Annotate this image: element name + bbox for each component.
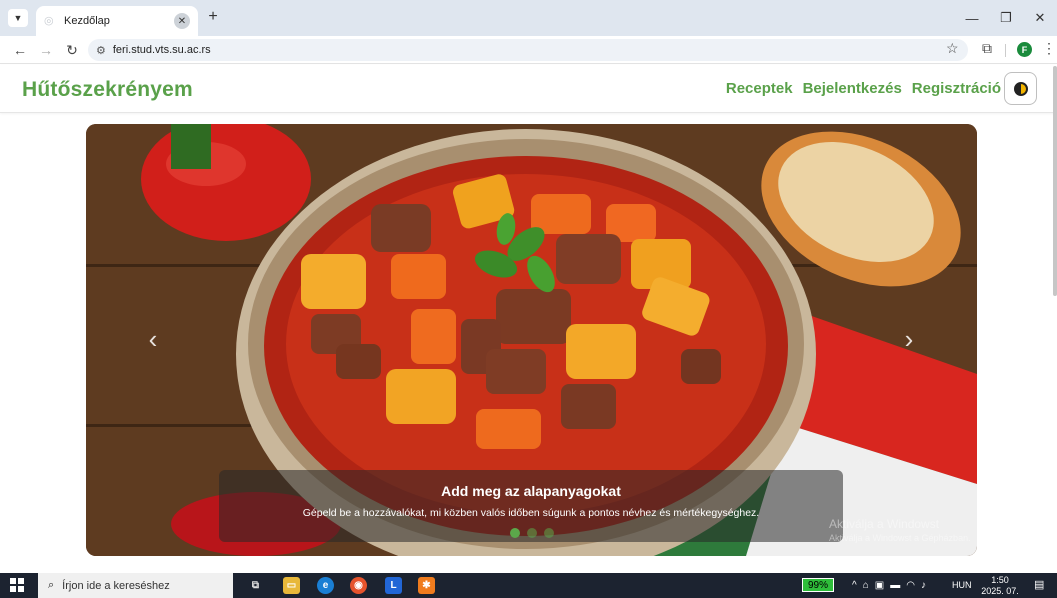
watermark-subtitle: Aktiválja a Windowst a Gépházban. [829,533,971,543]
extensions-icon[interactable]: ⧉ [982,40,992,57]
wifi-icon[interactable]: ◠ [906,580,915,591]
tab-favicon-icon: ◎ [44,15,54,27]
system-tray: ^ ⌂ ▣ ▬ ◠ ♪ [852,580,926,591]
xampp-icon[interactable]: ✱ [418,577,435,594]
close-window-icon[interactable]: ✕ [1023,0,1057,36]
volume-icon[interactable]: ♪ [921,580,926,591]
omnibox[interactable]: ⚙ feri.stud.vts.su.ac.rs [88,39,968,61]
caption-title: Add meg az alapanyagokat [441,483,621,499]
tray-battery-icon[interactable]: ▬ [890,580,900,591]
restore-icon[interactable]: ❐ [989,0,1023,36]
app-l-icon[interactable]: L [385,577,402,594]
language-indicator[interactable]: HUN [952,580,972,590]
theme-toggle-button[interactable] [1004,72,1037,105]
search-icon: ⌕ [48,579,55,591]
nav-links: Receptek Bejelentkezés Regisztráció [726,80,1001,97]
tray-device-icon[interactable]: ⌂ [863,580,869,591]
windows-taskbar: ⌕ Írjon ide a kereséshez ⧉ ▭ e ◉ L ✱ 99%… [0,573,1057,598]
carousel-indicator-dot[interactable] [543,528,554,538]
chrome-browser-icon[interactable]: ◉ [350,577,367,594]
task-view-icon[interactable]: ⧉ [247,577,264,594]
half-moon-icon [1013,81,1028,96]
taskbar-search-box[interactable]: ⌕ Írjon ide a kereséshez [38,573,233,598]
reload-icon[interactable]: ↻ [62,40,82,60]
page-scrollbar[interactable] [1053,66,1057,296]
site-brand[interactable]: Hűtőszekrényem [22,78,193,102]
battery-indicator[interactable]: 99% [802,578,834,592]
windows-activation-watermark: Aktiválja a Windowst Aktiválja a Windows… [829,517,971,543]
edge-browser-icon[interactable]: e [317,577,334,594]
clock-date: 2025. 07. 07. [981,586,1019,598]
caption-text: Gépeld be a hozzávalókat, mi közben való… [302,507,760,519]
tab-search-chevron-icon[interactable]: ▼ [8,9,28,27]
tab-title: Kezdőlap [64,15,110,27]
profile-avatar[interactable]: F [1017,42,1032,57]
notification-icon[interactable]: ▤ [1034,578,1048,592]
nav-link-bejelentkezes[interactable]: Bejelentkezés [803,80,902,97]
carousel-prev-button[interactable]: ‹ [138,324,168,354]
taskbar-search-placeholder: Írjon ide a kereséshez [62,579,170,592]
browser-menu-icon[interactable]: ⋮ [1042,40,1056,57]
window-controls: — ❐ ✕ [955,0,1057,36]
hero-carousel: ‹ › Add meg az alapanyagokat Gépeld be a… [86,124,977,556]
address-bar-row: ← → ↻ ⚙ feri.stud.vts.su.ac.rs ☆ ⧉ F ⋮ [0,36,1057,64]
file-explorer-icon[interactable]: ▭ [283,577,300,594]
clock-time: 1:50 [991,575,1009,585]
watermark-title: Aktiválja a Windowst [829,517,940,531]
browser-tab-bar: ▼ ◎ Kezdőlap ✕ + — ❐ ✕ [0,0,1057,36]
tray-display-icon[interactable]: ▣ [875,580,884,591]
nav-link-receptek[interactable]: Receptek [726,80,793,97]
nav-link-regisztracio[interactable]: Regisztráció [912,80,1001,97]
forward-arrow-icon[interactable]: → [36,40,56,60]
taskbar-clock[interactable]: 1:50 2025. 07. 07. [978,575,1022,598]
site-navbar: Hűtőszekrényem Receptek Bejelentkezés Re… [0,65,1057,113]
tray-chevron-icon[interactable]: ^ [852,580,857,591]
minimize-icon[interactable]: — [955,0,989,36]
bookmark-star-icon[interactable]: ☆ [946,40,959,57]
carousel-indicator-dot[interactable] [526,528,537,538]
tab-close-icon[interactable]: ✕ [174,13,190,29]
carousel-indicator-dot[interactable] [509,528,520,538]
site-info-icon[interactable]: ⚙ [96,44,106,57]
browser-tab[interactable]: ◎ Kezdőlap ✕ [36,6,198,36]
carousel-next-button[interactable]: › [894,324,924,354]
back-arrow-icon[interactable]: ← [10,40,30,60]
url-text[interactable]: feri.stud.vts.su.ac.rs [113,44,211,56]
windows-start-icon[interactable] [10,578,24,592]
new-tab-button[interactable]: + [204,8,222,26]
toolbar-divider [1005,44,1006,57]
